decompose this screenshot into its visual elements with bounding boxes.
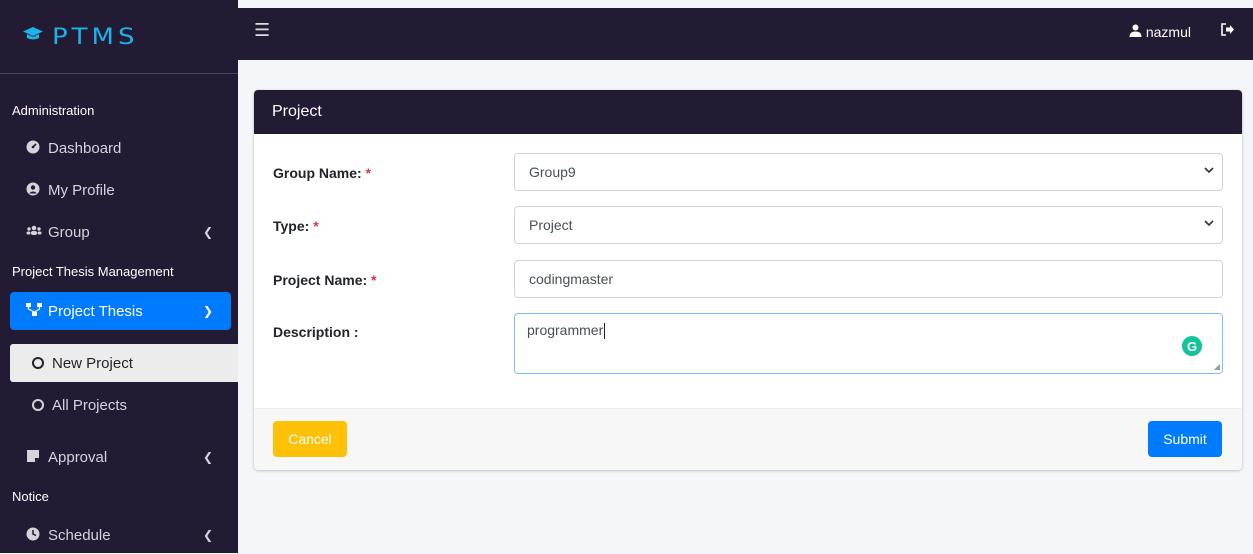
grammarly-icon[interactable]: G [1182,336,1202,356]
sidebar-item-my-profile[interactable]: My Profile [10,171,231,209]
top-navbar: ☰ nazmul [238,8,1253,60]
chevron-down-icon [1204,165,1214,177]
sidebar-item-label: Schedule [48,526,111,544]
sidebar-item-schedule[interactable]: Schedule ❮ [10,516,231,554]
sidebar-item-dashboard[interactable]: Dashboard [10,129,231,167]
card-footer: Cancel Submit [254,408,1242,470]
project-name-input[interactable]: codingmaster [514,260,1223,298]
sidebar-item-approval[interactable]: Approval ❮ [10,438,231,476]
users-icon [26,224,48,241]
sidebar-item-label: Group [48,223,90,241]
text-cursor [604,323,606,340]
project-name-label: Project Name: * [273,272,377,288]
sidebar-item-label: Dashboard [48,139,122,157]
submit-button[interactable]: Submit [1148,421,1222,457]
type-label-text: Type: [273,218,310,234]
card-title: Project [254,90,1242,134]
group-name-label: Group Name: * [273,165,371,181]
sidebar-item-project-thesis[interactable]: Project Thesis ❯ [10,292,231,330]
sidebar-subitem-label: All Projects [52,396,128,414]
circle-icon [32,399,44,411]
sidebar-item-group[interactable]: Group ❮ [10,213,231,251]
sidebar-item-label: My Profile [48,181,115,199]
username: nazmul [1145,24,1191,40]
description-value: programmer [527,322,604,338]
project-name-label-text: Project Name: [273,272,368,288]
note-icon [26,449,48,466]
tachometer-icon [26,140,48,157]
chevron-left-icon: ❮ [202,528,213,542]
user-menu[interactable]: nazmul [1129,24,1191,40]
chevron-left-icon: ❮ [202,225,213,239]
graduation-cap-icon [22,25,44,48]
cancel-button[interactable]: Cancel [273,421,347,457]
chevron-down-icon: ❯ [202,304,213,318]
group-name-label-text: Group Name: [273,165,362,181]
required-mark: * [365,165,372,181]
brand[interactable]: PTMS [0,0,238,74]
project-form-card: Project Group Name: * Group9 Type: * Pro… [254,90,1242,470]
sidebar-item-label: Project Thesis [48,302,143,320]
section-header-notice: Notice [12,489,49,504]
sitemap-icon [26,302,48,320]
sidebar-subitem-new-project[interactable]: New Project [10,344,238,382]
user-icon [1129,24,1142,40]
sidebar-subitem-label: New Project [52,354,133,372]
group-name-value: Group9 [529,164,576,180]
description-label: Description : [273,324,359,340]
type-label: Type: * [273,218,319,234]
chevron-down-icon [1204,218,1214,230]
sidebar: PTMS Administration Dashboard My Profile… [0,0,238,553]
required-mark: * [371,272,377,288]
sign-out-icon[interactable] [1221,23,1235,39]
resize-handle-icon[interactable]: ◢ [1214,362,1220,371]
clock-icon [26,527,48,544]
circle-icon [32,357,44,369]
description-textarea[interactable]: programmer G ◢ [514,313,1223,374]
project-name-value: codingmaster [529,271,614,287]
type-select[interactable]: Project [514,206,1223,244]
user-circle-icon [26,182,48,199]
sidebar-item-label: Approval [48,448,108,466]
group-name-select[interactable]: Group9 [514,153,1223,191]
sidebar-subitem-all-projects[interactable]: All Projects [10,386,238,424]
required-mark: * [313,218,319,234]
menu-icon[interactable]: ☰ [254,20,270,41]
chevron-left-icon: ❮ [202,450,213,464]
section-header-administration: Administration [12,103,95,118]
section-header-project-thesis-management: Project Thesis Management [12,264,174,279]
type-value: Project [529,217,573,233]
brand-logo: PTMS [52,23,139,50]
